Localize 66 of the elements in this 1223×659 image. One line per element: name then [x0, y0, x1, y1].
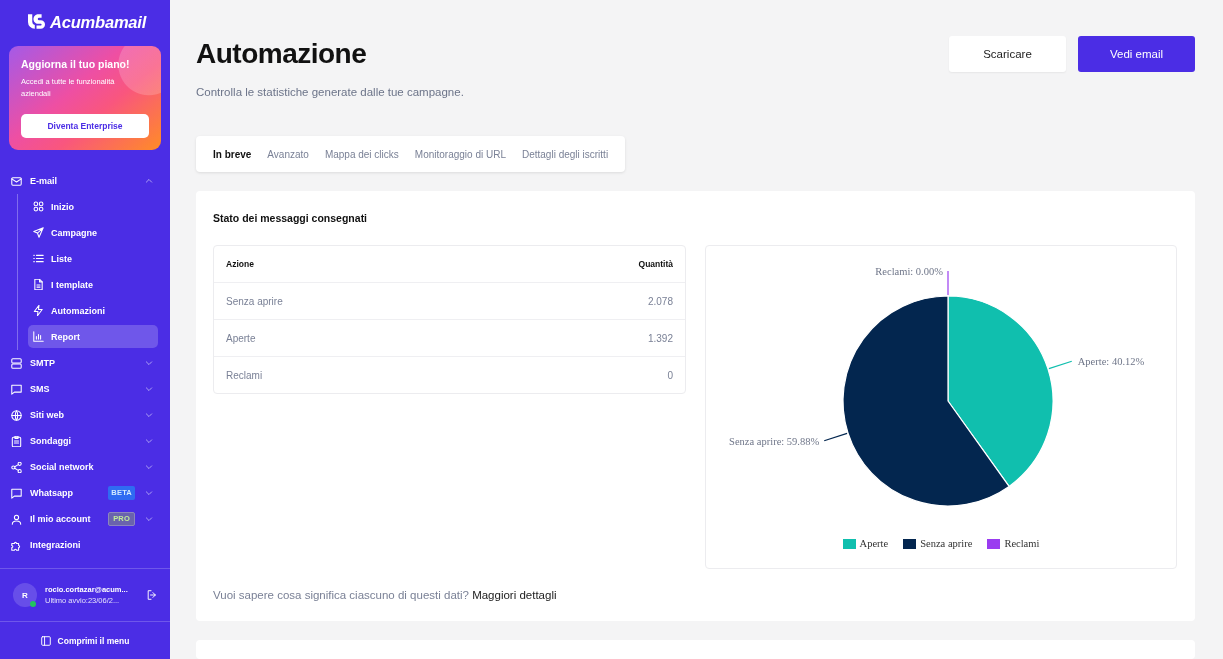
view-email-button[interactable]: Vedi email	[1078, 36, 1195, 72]
sidebar-panel-icon	[40, 635, 51, 646]
chat-bubble-icon	[11, 487, 22, 499]
legend-label: Reclami	[1004, 537, 1040, 551]
tab[interactable]: Avanzato	[267, 148, 309, 160]
logo-text: Acumbamail	[50, 12, 147, 32]
server-icon	[11, 357, 22, 369]
document-icon	[33, 279, 44, 290]
logout-icon	[147, 590, 157, 600]
help-text: Vuoi sapere cosa significa ciascuno di questi dati? Maggiori dettagli	[213, 588, 558, 603]
slice-label: Senza aprire: 59.88%	[729, 435, 820, 447]
chat-bubble-icon	[11, 383, 22, 395]
lightning-icon	[33, 305, 44, 316]
tab[interactable]: In breve	[213, 148, 252, 160]
submenu-item[interactable]: Inizio	[28, 195, 158, 218]
table-cell: Aperte	[214, 319, 488, 356]
download-button[interactable]: Scaricare	[949, 36, 1066, 72]
submenu-item[interactable]: Report	[28, 325, 158, 348]
avatar: R	[13, 583, 37, 607]
envelope-icon	[11, 175, 22, 187]
puzzle-icon	[11, 539, 22, 551]
leader-line	[1048, 360, 1073, 370]
table-cell: 2.078	[487, 282, 685, 319]
menu-item[interactable]: SMTP	[0, 350, 170, 376]
legend-label: Senza aprire	[920, 537, 973, 551]
menu-item[interactable]: E-mail	[0, 168, 170, 194]
column-header: Azione	[225, 258, 255, 271]
menu-item[interactable]: Social network	[0, 454, 170, 480]
leader-line	[823, 432, 848, 442]
legend-label: Aperte	[859, 537, 889, 551]
menu-item[interactable]: Integrazioni	[0, 532, 170, 558]
table-cell: 1.392	[487, 319, 685, 356]
page-subtitle: Controlla le statistiche generate dalle tue campagne.	[196, 85, 465, 100]
details-link[interactable]: Maggiori dettagli	[472, 589, 557, 601]
menu-item[interactable]: Sondaggi	[0, 428, 170, 454]
clipboard-icon	[11, 435, 22, 447]
table-cell: Reclami	[214, 356, 488, 393]
section-title: Stato dei messaggi consegnati	[213, 211, 369, 226]
paper-plane-icon	[33, 227, 44, 238]
submenu-item[interactable]: I template	[28, 273, 158, 296]
column-header: Quantità	[637, 258, 674, 271]
tab[interactable]: Mappa dei clicks	[324, 148, 399, 160]
share-icon	[11, 461, 22, 473]
bar-chart-icon	[33, 331, 44, 342]
leader-line	[947, 270, 949, 296]
slice-label: Aperte: 40.12%	[1077, 356, 1145, 368]
logo-icon	[28, 14, 45, 30]
globe-icon	[11, 409, 22, 421]
enterprise-button[interactable]: Diventa Enterprise	[21, 114, 149, 138]
submenu-item[interactable]: Automazioni	[28, 299, 158, 322]
tab[interactable]: Dettagli degli iscritti	[521, 148, 609, 160]
banner-title: Aggiorna il tuo piano!	[21, 58, 131, 71]
list-icon	[33, 253, 44, 264]
page-title: Automazione	[196, 37, 367, 71]
tab[interactable]: Monitoraggio di URL	[414, 148, 506, 160]
menu-item[interactable]: Siti web	[0, 402, 170, 428]
logout-button[interactable]	[147, 590, 157, 600]
table-cell: 0	[487, 356, 685, 393]
circles-grid-icon	[33, 201, 44, 212]
submenu-item[interactable]: Campagne	[28, 221, 158, 244]
table-cell: Senza aprire	[214, 282, 488, 319]
person-icon	[11, 513, 22, 525]
slice-label: Reclami: 0.00%	[875, 266, 943, 277]
submenu-item[interactable]: Liste	[28, 247, 158, 270]
menu-item[interactable]: SMS	[0, 376, 170, 402]
collapse-menu-button[interactable]: Comprimi il menu	[0, 621, 170, 659]
